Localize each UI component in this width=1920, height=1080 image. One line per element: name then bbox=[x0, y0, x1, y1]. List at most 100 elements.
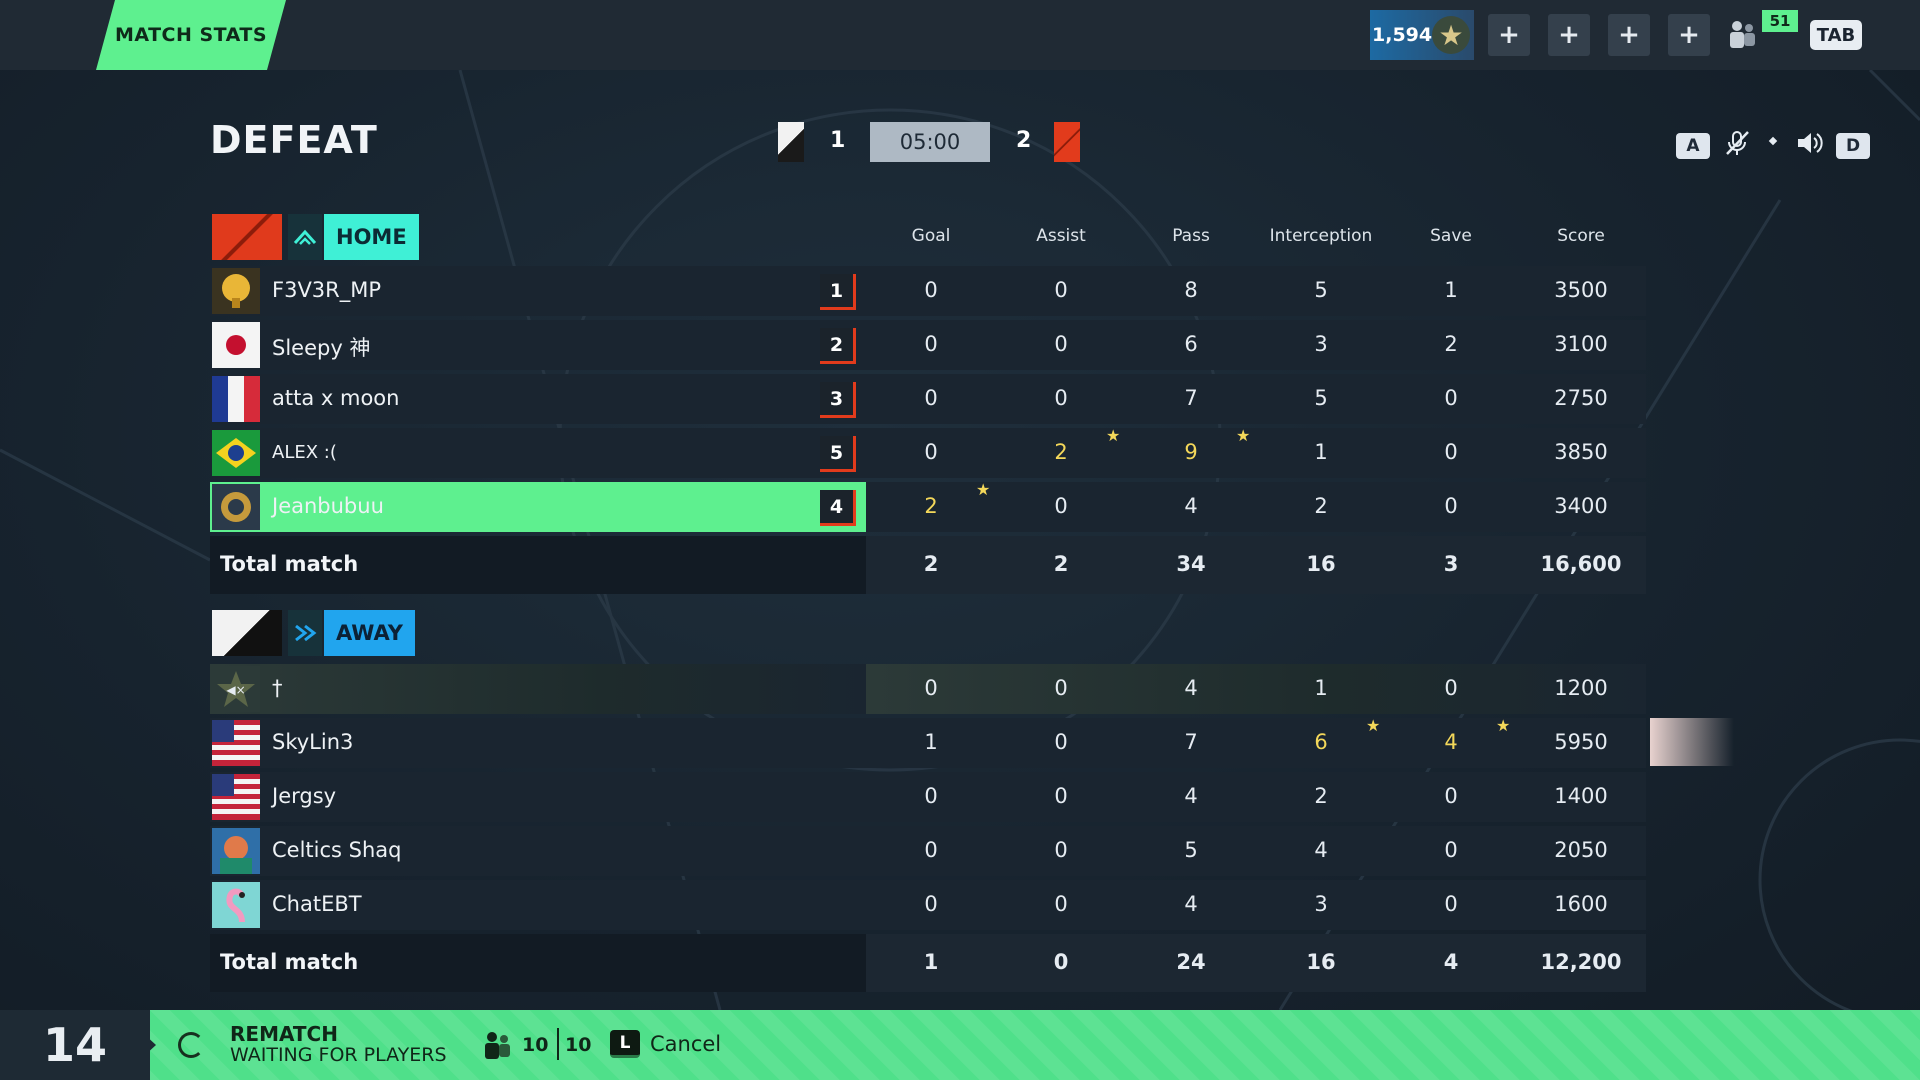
stat-score: 3850 bbox=[1554, 440, 1608, 464]
stat-score: 3500 bbox=[1554, 278, 1608, 302]
col-assist: Assist bbox=[1036, 226, 1086, 246]
france-flag-icon bbox=[212, 376, 260, 422]
add-button-3[interactable]: + bbox=[1608, 14, 1650, 56]
match-timer: 05:00 bbox=[870, 122, 990, 162]
col-goal: Goal bbox=[911, 226, 951, 246]
scoreboard: 1 05:00 2 bbox=[778, 122, 1082, 164]
stat-score: 3100 bbox=[1554, 332, 1608, 356]
stat-pass: 6 bbox=[1184, 332, 1198, 356]
avatar bbox=[212, 484, 260, 530]
plus-icon: + bbox=[1558, 20, 1580, 50]
plus-icon: + bbox=[1498, 20, 1520, 50]
key-a-hint[interactable]: A bbox=[1676, 133, 1710, 159]
stat-pass: 7 bbox=[1184, 386, 1198, 410]
flamingo-avatar bbox=[212, 882, 260, 928]
japan-flag-icon bbox=[212, 322, 260, 368]
home-flag-icon bbox=[1054, 122, 1080, 162]
stat-score: 2050 bbox=[1554, 838, 1608, 862]
tab-key-hint[interactable]: TAB bbox=[1810, 20, 1862, 50]
svg-text:◀×: ◀× bbox=[226, 683, 245, 697]
usa-flag-icon bbox=[212, 720, 260, 766]
away-team-name: AWAY bbox=[324, 610, 415, 656]
home-score: 1 bbox=[830, 128, 846, 153]
player-name: ALEX :( bbox=[272, 442, 337, 463]
rank-badge: 4 bbox=[820, 490, 856, 526]
usa-flag-icon bbox=[212, 774, 260, 820]
stat-interception: 1 bbox=[1314, 440, 1328, 464]
table-row[interactable]: ChatEBT 0 0 4 3 0 1600 bbox=[210, 880, 1646, 930]
stat-score: 3400 bbox=[1554, 494, 1608, 518]
stat-pass: 8 bbox=[1184, 278, 1198, 302]
stat-save: 2 bbox=[1444, 332, 1458, 356]
home-team-flag-icon bbox=[212, 214, 282, 260]
stat-goal: 0 bbox=[924, 892, 938, 916]
add-button-4[interactable]: + bbox=[1668, 14, 1710, 56]
key-d-hint[interactable]: D bbox=[1836, 133, 1870, 159]
stat-save: 0 bbox=[1444, 784, 1458, 808]
total-save: 4 bbox=[1443, 950, 1459, 974]
cancel-button[interactable]: Cancel bbox=[650, 1032, 721, 1056]
stat-score: 1600 bbox=[1554, 892, 1608, 916]
match-stats-tab[interactable]: MATCH STATS bbox=[96, 0, 286, 70]
total-score: 12,200 bbox=[1540, 950, 1622, 974]
avatar bbox=[212, 828, 260, 874]
star-icon: ★ bbox=[1106, 426, 1121, 445]
key-l-hint[interactable]: L bbox=[610, 1030, 640, 1058]
currency-display[interactable]: 1,594 ★ bbox=[1370, 10, 1474, 60]
stat-save: 0 bbox=[1444, 494, 1458, 518]
friends-icon[interactable] bbox=[1722, 16, 1762, 52]
table-row[interactable]: Celtics Shaq 0 0 5 4 0 2050 bbox=[210, 826, 1646, 876]
rank-badge: 2 bbox=[820, 328, 856, 364]
table-row[interactable]: SkyLin3 1 0 7 6 ★ 4 ★ 5950 bbox=[210, 716, 1646, 768]
mic-muted-icon[interactable] bbox=[1722, 128, 1752, 165]
stat-save: 0 bbox=[1444, 440, 1458, 464]
table-row[interactable]: atta x moon 3 0 0 7 5 0 2750 bbox=[210, 374, 1646, 424]
table-row[interactable]: F3V3R_MP 1 0 0 8 5 1 3500 bbox=[210, 266, 1646, 316]
stat-assist: 0 bbox=[1054, 676, 1068, 700]
stat-assist: 0 bbox=[1054, 892, 1068, 916]
stat-goal: 0 bbox=[924, 440, 938, 464]
player-name: Celtics Shaq bbox=[272, 838, 402, 862]
table-row[interactable]: ALEX :( 5 0 2 ★ 9 ★ 1 0 3850 bbox=[210, 426, 1646, 478]
total-pass: 34 bbox=[1176, 552, 1206, 576]
stat-assist: 0 bbox=[1054, 838, 1068, 862]
star-badge-icon: ◀× bbox=[212, 666, 260, 712]
away-team-badge-icon bbox=[288, 610, 322, 656]
players-icon bbox=[480, 1030, 514, 1067]
total-score: 16,600 bbox=[1540, 552, 1622, 576]
home-team-badge-icon bbox=[288, 214, 322, 260]
home-team-name: HOME bbox=[324, 214, 419, 260]
home-total-row: Total match 2 2 34 16 3 16,600 bbox=[210, 536, 1646, 594]
table-row[interactable]: Jergsy 0 0 4 2 0 1400 bbox=[210, 772, 1646, 822]
table-row[interactable]: Sleepy 神 2 0 0 6 3 2 3100 bbox=[210, 320, 1646, 370]
add-button-2[interactable]: + bbox=[1548, 14, 1590, 56]
away-flag-icon bbox=[778, 122, 804, 162]
speaker-icon[interactable] bbox=[1794, 128, 1824, 165]
stat-save: 0 bbox=[1444, 892, 1458, 916]
rank-badge: 3 bbox=[820, 382, 856, 418]
col-save: Save bbox=[1430, 226, 1472, 246]
add-button-1[interactable]: + bbox=[1488, 14, 1530, 56]
player-name: ChatEBT bbox=[272, 892, 362, 916]
stat-assist: 0 bbox=[1054, 386, 1068, 410]
plus-icon: + bbox=[1618, 20, 1640, 50]
stat-interception: 2 bbox=[1314, 784, 1328, 808]
rank-badge: 1 bbox=[820, 274, 856, 310]
stat-interception: 5 bbox=[1314, 278, 1328, 302]
stat-goal: 0 bbox=[924, 676, 938, 700]
players-total-count: 10 bbox=[565, 1034, 592, 1056]
top-bar: MATCH STATS 1,594 ★ + + + + 51 TAB bbox=[0, 0, 1920, 70]
total-save: 3 bbox=[1443, 552, 1459, 576]
column-headers: Goal Assist Pass Interception Save Score bbox=[866, 226, 1646, 252]
table-row-self[interactable]: ◀× † 0 0 4 1 0 1200 bbox=[210, 664, 1646, 714]
star-icon: ★ bbox=[1366, 716, 1381, 735]
col-score: Score bbox=[1557, 226, 1605, 246]
table-row-current-player[interactable]: Jeanbubuu 4 2 ★ 0 4 2 0 3400 bbox=[210, 480, 1646, 532]
star-icon: ★ bbox=[976, 480, 991, 499]
player-name: Sleepy 神 bbox=[272, 336, 371, 360]
stat-goal: 0 bbox=[924, 278, 938, 302]
stat-score: 2750 bbox=[1554, 386, 1608, 410]
col-interception: Interception bbox=[1269, 226, 1373, 246]
star-badge-icon: ★ bbox=[1432, 16, 1470, 54]
stat-save: 1 bbox=[1444, 278, 1458, 302]
